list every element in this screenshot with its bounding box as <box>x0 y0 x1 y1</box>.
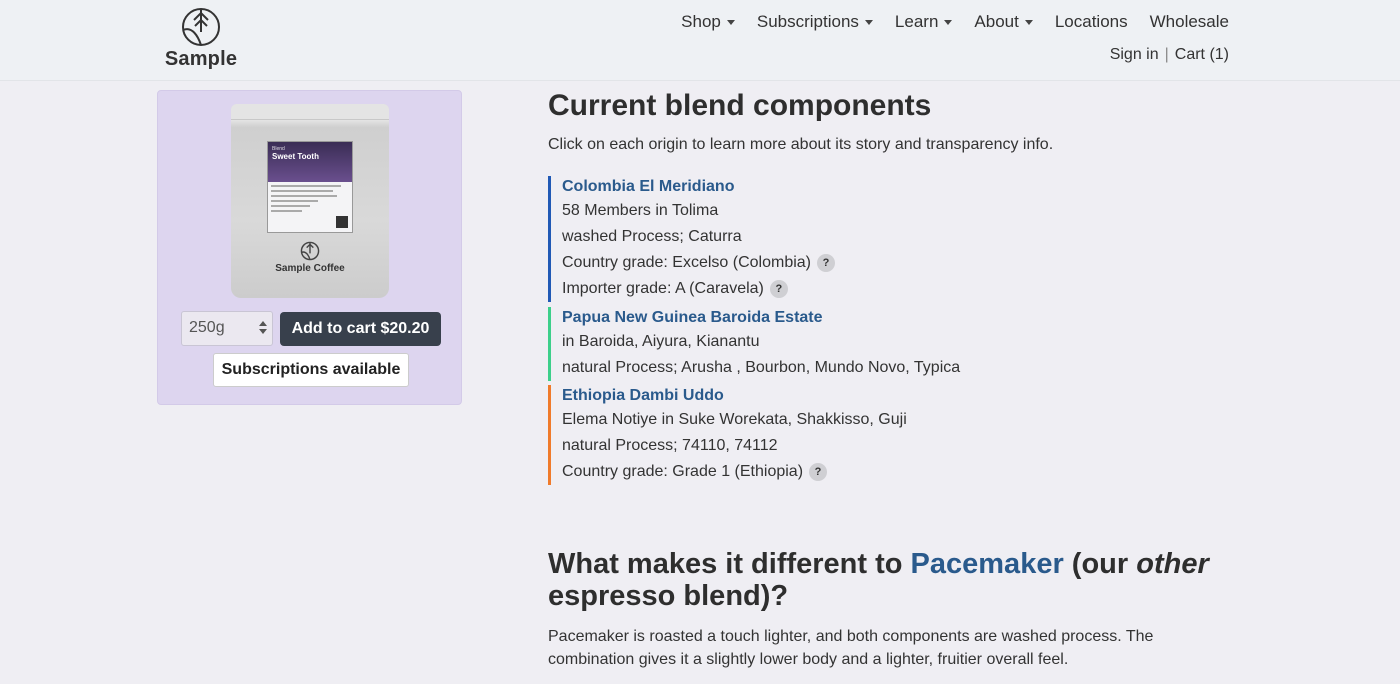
origin-detail: natural Process; 74110, 74112 <box>562 437 778 454</box>
account-separator: | <box>1164 46 1169 63</box>
logo-icon <box>182 8 220 46</box>
difference-heading-mid: (our <box>1063 548 1137 580</box>
nav-about[interactable]: About <box>963 11 1043 33</box>
blend-components-heading: Current blend components <box>548 89 932 122</box>
subscriptions-available-button[interactable]: Subscriptions available <box>213 353 409 387</box>
chevron-down-icon <box>1024 19 1033 25</box>
difference-heading-post: espresso blend)? <box>548 580 789 612</box>
nav-shop[interactable]: Shop <box>670 11 746 33</box>
origin-detail: Importer grade: A (Caravela) <box>562 280 764 297</box>
origin-detail-row: Importer grade: A (Caravela) ? <box>562 276 835 302</box>
origin-detail-row: Country grade: Excelso (Colombia) ? <box>562 250 835 276</box>
origin-detail: 58 Members in Tolima <box>562 202 719 219</box>
nav-subscriptions-label: Subscriptions <box>756 12 859 31</box>
nav-shop-label: Shop <box>681 12 721 31</box>
product-image: Blend Sweet Tooth Sample Coffee <box>231 104 389 298</box>
sign-in-link[interactable]: Sign in <box>1110 46 1159 64</box>
main-nav: Shop Subscriptions Learn About Locations… <box>670 11 1229 33</box>
help-icon[interactable]: ? <box>809 463 828 481</box>
bag-brand: Sample Coffee <box>275 263 345 274</box>
origin-colombia: Colombia El Meridiano 58 Members in Toli… <box>548 176 835 302</box>
origin-detail: washed Process; Caturra <box>562 228 742 245</box>
origin-detail: Country grade: Grade 1 (Ethiopia) <box>562 463 804 480</box>
bag-logo-icon <box>300 241 320 261</box>
chevron-down-icon <box>944 19 953 25</box>
origin-ethiopia: Ethiopia Dambi Uddo Elema Notiye in Suke… <box>548 385 907 485</box>
origin-link[interactable]: Papua New Guinea Baroida Estate <box>562 307 960 329</box>
bag-label-kind: Blend <box>272 146 285 152</box>
origin-detail-row: Country grade: Grade 1 (Ethiopia) ? <box>562 459 907 485</box>
nav-learn[interactable]: Learn <box>884 11 963 33</box>
cart-link[interactable]: Cart (1) <box>1175 46 1229 64</box>
help-icon[interactable]: ? <box>769 280 788 298</box>
account-links: Sign in | Cart (1) <box>1110 46 1229 64</box>
bag-seal <box>231 104 389 120</box>
size-selected-value: 250g <box>189 319 225 336</box>
bag-label-header: Blend Sweet Tooth <box>268 142 352 182</box>
chevron-down-icon <box>726 19 735 25</box>
nav-about-label: About <box>974 12 1019 31</box>
qr-code-icon <box>336 216 348 228</box>
nav-learn-label: Learn <box>894 12 939 31</box>
origin-detail: Elema Notiye in Suke Worekata, Shakkisso… <box>562 411 907 428</box>
origin-link[interactable]: Colombia El Meridiano <box>562 176 835 198</box>
origin-png: Papua New Guinea Baroida Estate in Baroi… <box>548 307 960 381</box>
add-to-cart-button[interactable]: Add to cart $20.20 <box>280 312 441 346</box>
chevron-down-icon <box>864 19 873 25</box>
size-select[interactable]: 250g <box>181 311 273 346</box>
bag-label: Blend Sweet Tooth <box>267 141 353 233</box>
bag-label-name: Sweet Tooth <box>272 152 319 161</box>
nav-wholesale[interactable]: Wholesale <box>1139 11 1229 33</box>
difference-heading-pre: What makes it different to <box>548 548 911 580</box>
difference-heading-em: other <box>1136 548 1209 580</box>
origin-detail: natural Process; Arusha , Bourbon, Mundo… <box>562 359 961 376</box>
nav-subscriptions[interactable]: Subscriptions <box>746 11 884 33</box>
origin-detail: Country grade: Excelso (Colombia) <box>562 254 811 271</box>
difference-heading: What makes it different to Pacemaker (ou… <box>548 548 1228 612</box>
difference-body: Pacemaker is roasted a touch lighter, an… <box>548 628 1154 668</box>
bag-label-text-lines <box>268 182 352 218</box>
nav-wholesale-label: Wholesale <box>1149 12 1229 31</box>
origin-link[interactable]: Ethiopia Dambi Uddo <box>562 385 907 407</box>
site-header: Sample Shop Subscriptions Learn About Lo… <box>0 0 1400 81</box>
origin-detail: in Baroida, Aiyura, Kianantu <box>562 333 760 350</box>
blend-intro-text: Click on each origin to learn more about… <box>548 136 1054 153</box>
product-card: Blend Sweet Tooth Sample Coffee 250g Add… <box>157 90 462 405</box>
help-icon[interactable]: ? <box>817 254 835 272</box>
nav-locations[interactable]: Locations <box>1044 11 1139 33</box>
pacemaker-link[interactable]: Pacemaker <box>911 548 1064 580</box>
logo-text: Sample <box>164 48 238 70</box>
site-logo[interactable]: Sample <box>160 6 242 74</box>
select-arrows-icon <box>259 321 267 334</box>
nav-locations-label: Locations <box>1054 12 1128 31</box>
